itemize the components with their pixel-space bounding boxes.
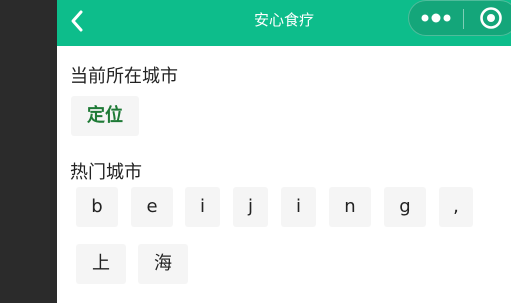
city-chip[interactable]: b (76, 187, 118, 227)
close-button[interactable] (464, 1, 511, 37)
city-chip[interactable]: e (131, 187, 173, 227)
current-city-heading: 当前所在城市 (70, 66, 178, 87)
city-chip[interactable]: , (439, 187, 473, 227)
city-chip[interactable]: 上 (76, 244, 126, 284)
more-dots-icon (421, 13, 451, 23)
city-chip[interactable]: i (281, 187, 316, 227)
city-chip[interactable]: 海 (138, 244, 188, 284)
city-chip[interactable]: g (384, 187, 426, 227)
mini-program-capsule (408, 0, 511, 36)
locate-button[interactable]: 定位 (71, 96, 139, 136)
hot-cities-heading: 热门城市 (70, 162, 142, 183)
background-margin (0, 0, 57, 303)
navigation-bar: 安心食疗 (57, 0, 511, 46)
more-button[interactable] (409, 1, 463, 37)
city-chip[interactable]: n (329, 187, 371, 227)
city-chip[interactable]: j (233, 187, 268, 227)
mini-program-page: 安心食疗 当前所在城市 定位 热门城市 b e i j i n g , 上 海 (57, 0, 511, 303)
mini-program-close-icon (480, 7, 502, 29)
city-chip[interactable]: i (185, 187, 220, 227)
